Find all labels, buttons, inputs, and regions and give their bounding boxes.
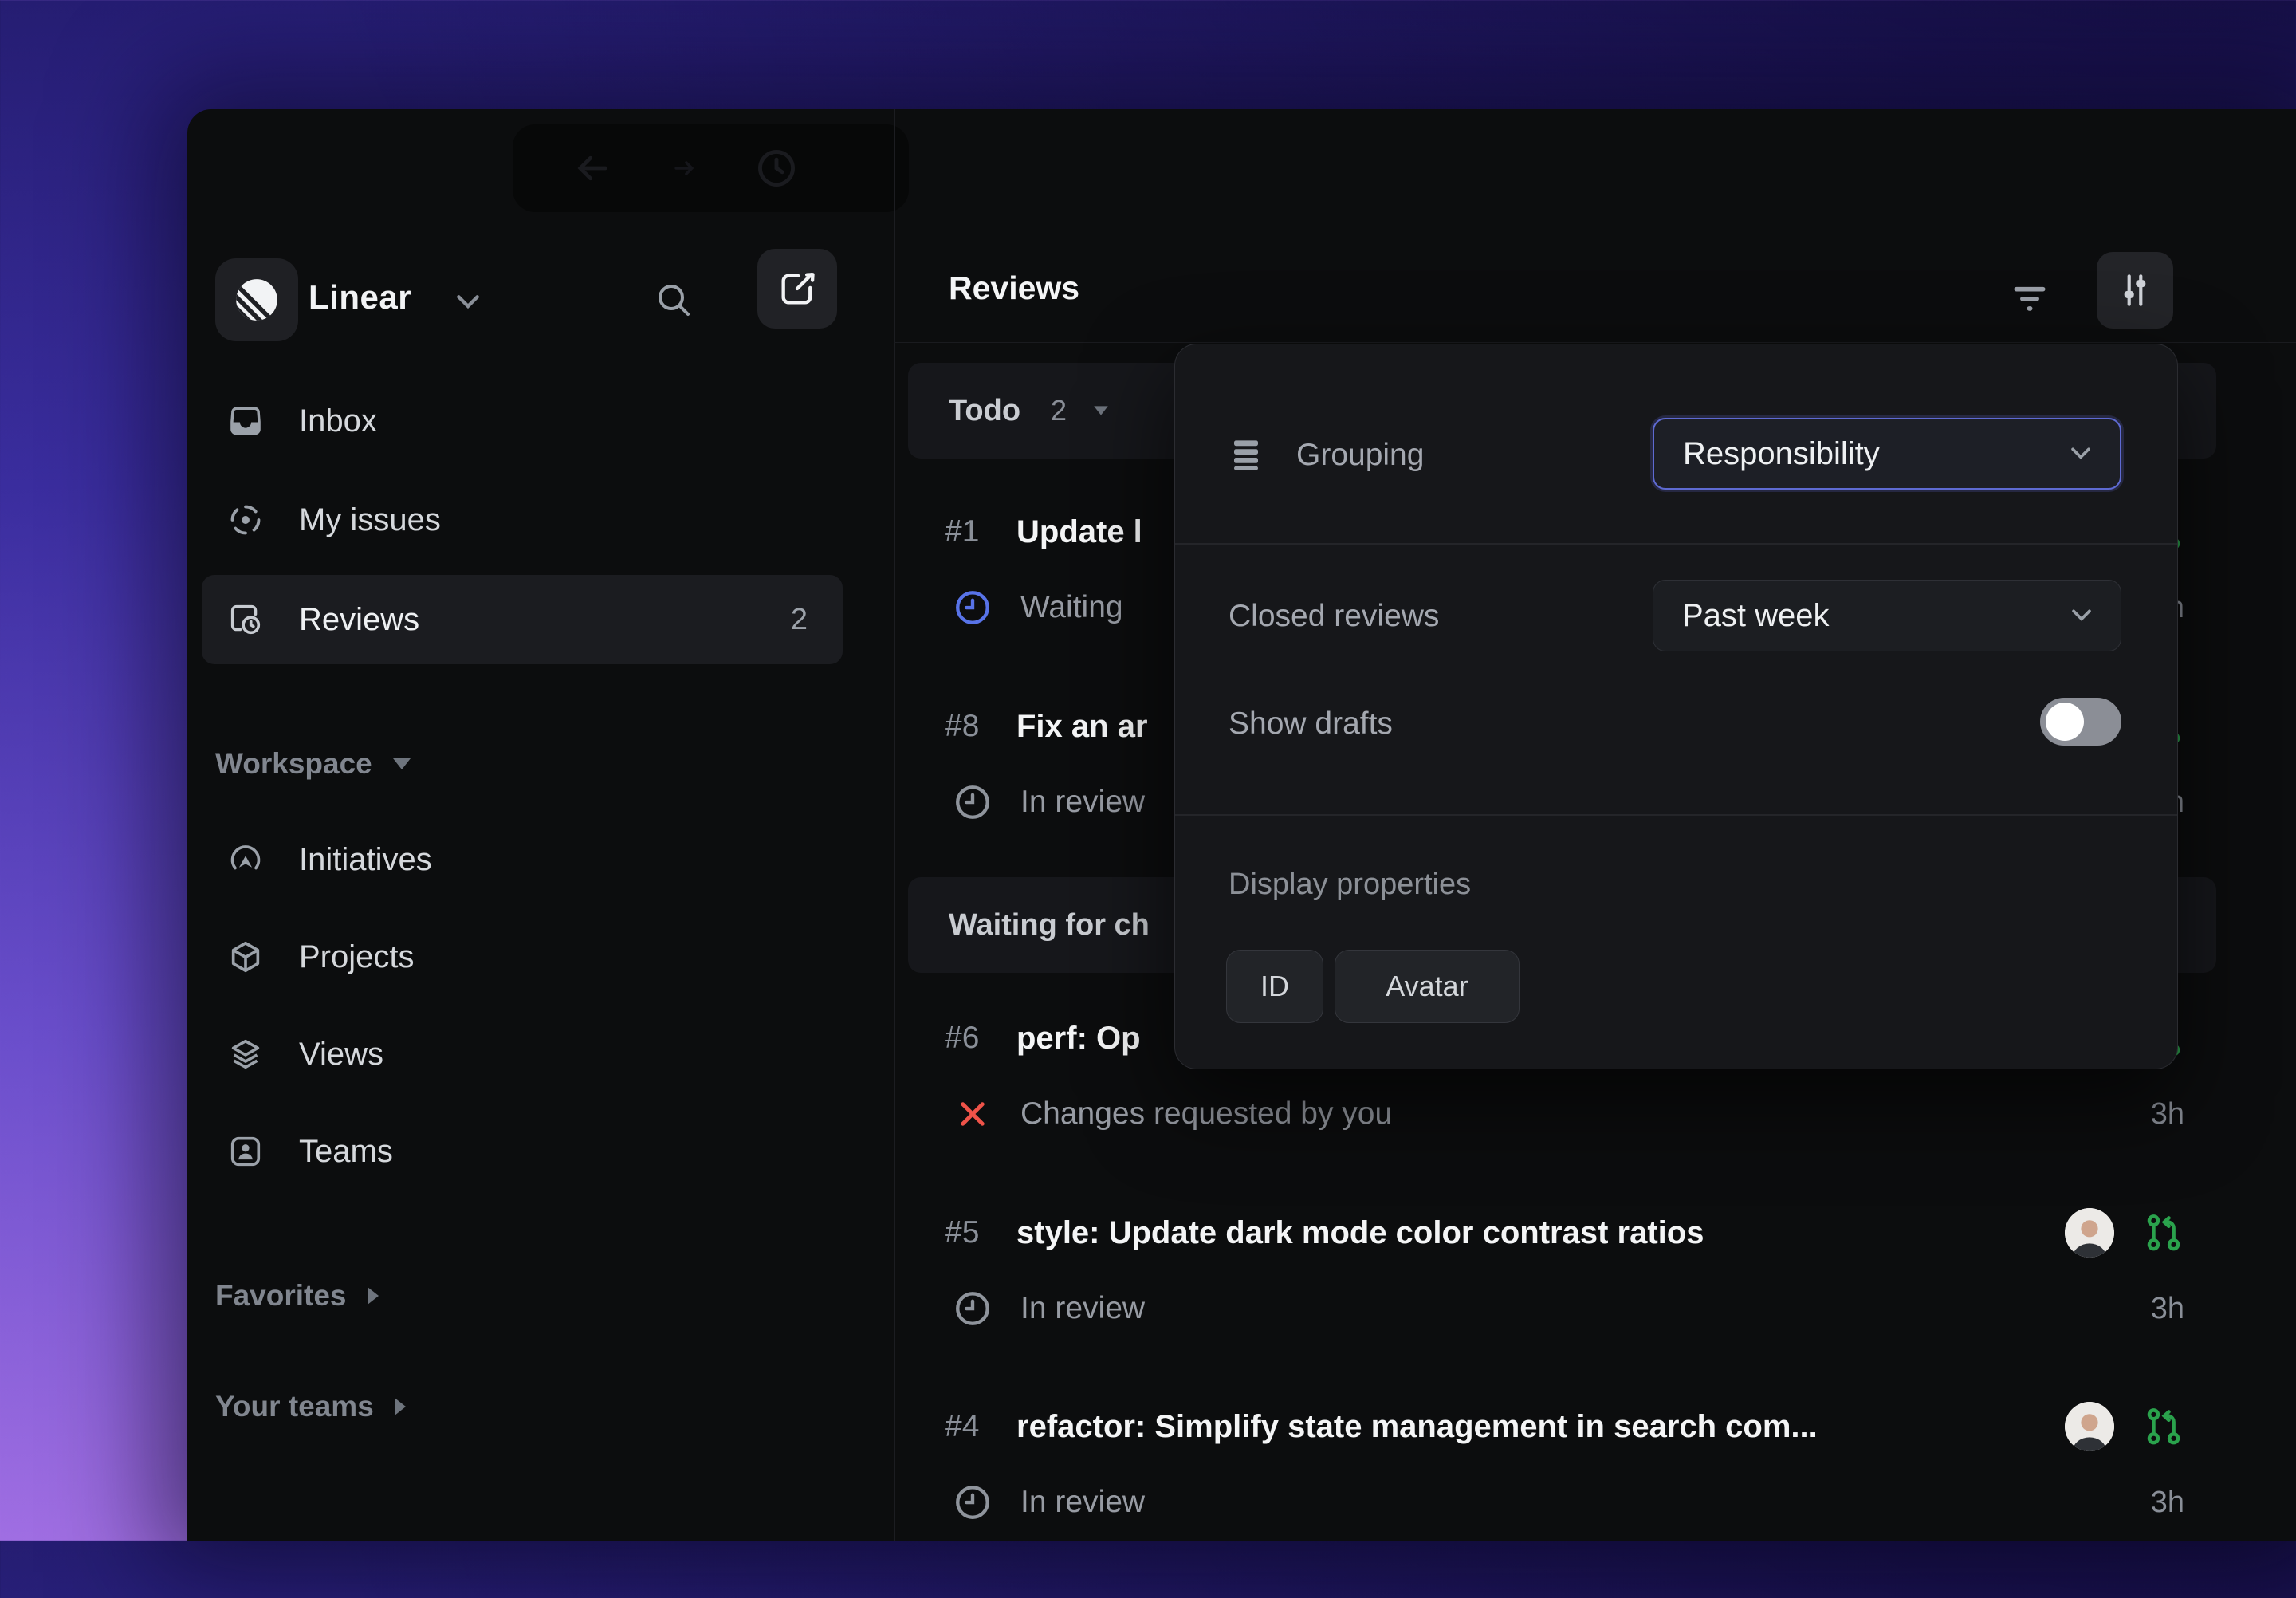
sidebar-item-my-issues[interactable]: My issues [202, 476, 843, 564]
avatar [2065, 1208, 2114, 1258]
reviews-count-badge: 2 [791, 603, 808, 637]
timestamp: 3h [2151, 1486, 2184, 1520]
grouping-dropdown[interactable]: Responsibility [1653, 418, 2121, 490]
clock-icon [953, 1289, 993, 1328]
compose-pencil-icon [776, 268, 818, 309]
sidebar-item-views[interactable]: Views [202, 1010, 843, 1098]
group-count: 2 [1051, 394, 1067, 427]
review-status: In review [1020, 785, 1145, 820]
sidebar-item-label: Views [299, 1037, 383, 1073]
avatar [2065, 1402, 2114, 1451]
workspace-name[interactable]: Linear [309, 278, 411, 317]
issue-title: perf: Op [1016, 1021, 1141, 1057]
separator [1175, 814, 2177, 816]
sidebar-section-workspace[interactable]: Workspace [215, 740, 411, 788]
sidebar-section-your-teams[interactable]: Your teams [215, 1383, 406, 1431]
display-options-sliders-icon [2115, 270, 2155, 310]
issue-id: #6 [945, 1021, 1016, 1056]
chevron-down-icon [2067, 444, 2094, 463]
chevron-down-icon [2068, 606, 2095, 625]
sidebar-item-label: Inbox [299, 403, 377, 439]
closed-reviews-value: Past week [1682, 598, 1830, 634]
group-label: Waiting for ch [949, 908, 1150, 943]
sidebar-section-favorites[interactable]: Favorites [215, 1272, 379, 1320]
main-header: Reviews [894, 109, 2296, 343]
review-row[interactable]: #5 style: Update dark mode color contras… [945, 1213, 2184, 1404]
linear-logo-icon [232, 275, 281, 325]
separator [1175, 543, 2177, 545]
sidebar-item-label: Initiatives [299, 842, 432, 878]
sidebar-item-label: My issues [299, 502, 441, 538]
main-panel: Reviews Todo 2 #1 Update l [894, 109, 2296, 1541]
section-label: Your teams [215, 1390, 374, 1423]
review-status: In review [1020, 1291, 1145, 1326]
chip-label: Avatar [1386, 970, 1468, 1003]
focus-target-icon [227, 502, 264, 538]
pull-request-icon [2143, 1406, 2184, 1447]
chevron-down-icon [452, 291, 484, 313]
issue-id: #1 [945, 514, 1016, 549]
chip-label: ID [1260, 970, 1289, 1003]
section-label: Workspace [215, 747, 372, 781]
toggle-knob [2046, 703, 2084, 741]
chip-avatar[interactable]: Avatar [1335, 950, 1520, 1023]
triangle-down-icon [393, 758, 411, 769]
clock-icon [953, 1482, 993, 1522]
issue-title: refactor: Simplify state management in s… [1016, 1409, 1818, 1445]
pull-request-icon [2143, 1212, 2184, 1254]
new-issue-button[interactable] [757, 249, 837, 329]
clock-blue-icon [953, 588, 993, 628]
sidebar-item-teams[interactable]: Teams [202, 1108, 843, 1195]
issue-title: Update l [1016, 514, 1142, 550]
show-drafts-toggle[interactable] [2040, 698, 2121, 746]
show-drafts-label: Show drafts [1229, 707, 1393, 742]
issue-id: #5 [945, 1215, 1016, 1250]
timestamp: 3h [2151, 1097, 2184, 1132]
x-red-icon [953, 1094, 993, 1134]
workspace-switcher[interactable] [215, 258, 298, 341]
display-properties-label: Display properties [1229, 868, 1471, 902]
display-options-button[interactable] [2097, 252, 2173, 329]
triangle-down-icon [1094, 406, 1108, 415]
layers-icon [227, 1036, 264, 1073]
closed-reviews-label: Closed reviews [1229, 599, 1439, 634]
cube-icon [227, 939, 264, 975]
display-options-popover: Grouping Responsibility Closed reviews P… [1174, 344, 2178, 1069]
review-status: In review [1020, 1485, 1145, 1520]
filter-funnel-icon[interactable] [2009, 278, 2050, 320]
issue-id: #4 [945, 1409, 1016, 1444]
sidebar-item-inbox[interactable]: Inbox [202, 377, 843, 465]
grouping-rows-icon [1229, 435, 1268, 474]
issue-title: style: Update dark mode color contrast r… [1016, 1215, 1704, 1251]
sidebar: Linear Inbox [187, 109, 895, 1541]
section-label: Favorites [215, 1279, 347, 1313]
inbox-icon [227, 403, 264, 439]
timestamp: 3h [2151, 1292, 2184, 1326]
triangle-right-icon [395, 1398, 406, 1415]
clock-icon [953, 782, 993, 822]
issue-id: #8 [945, 709, 1016, 744]
app-window: Linear Inbox [187, 109, 2296, 1541]
review-status: Changes requested by you [1020, 1096, 1392, 1132]
sidebar-item-label: Teams [299, 1134, 393, 1170]
initiative-arrow-icon [227, 841, 264, 878]
review-status: Waiting [1020, 590, 1123, 625]
grouping-value: Responsibility [1683, 436, 1880, 472]
grouping-label: Grouping [1296, 438, 1424, 473]
search-icon[interactable] [655, 281, 693, 319]
issue-title: Fix an ar [1016, 709, 1148, 745]
review-row[interactable]: #4 refactor: Simplify state management i… [945, 1407, 2184, 1598]
group-label: Todo [949, 394, 1020, 428]
triangle-right-icon [368, 1287, 379, 1305]
sidebar-item-projects[interactable]: Projects [202, 913, 843, 1001]
chip-id[interactable]: ID [1226, 950, 1323, 1023]
sidebar-item-initiatives[interactable]: Initiatives [202, 816, 843, 903]
page-title: Reviews [949, 270, 1079, 307]
closed-reviews-dropdown[interactable]: Past week [1653, 580, 2121, 651]
review-clock-icon [227, 601, 264, 638]
sidebar-item-label: Reviews [299, 602, 419, 638]
person-card-icon [227, 1133, 264, 1170]
sidebar-item-reviews[interactable]: Reviews 2 [202, 575, 843, 664]
sidebar-item-label: Projects [299, 939, 415, 975]
